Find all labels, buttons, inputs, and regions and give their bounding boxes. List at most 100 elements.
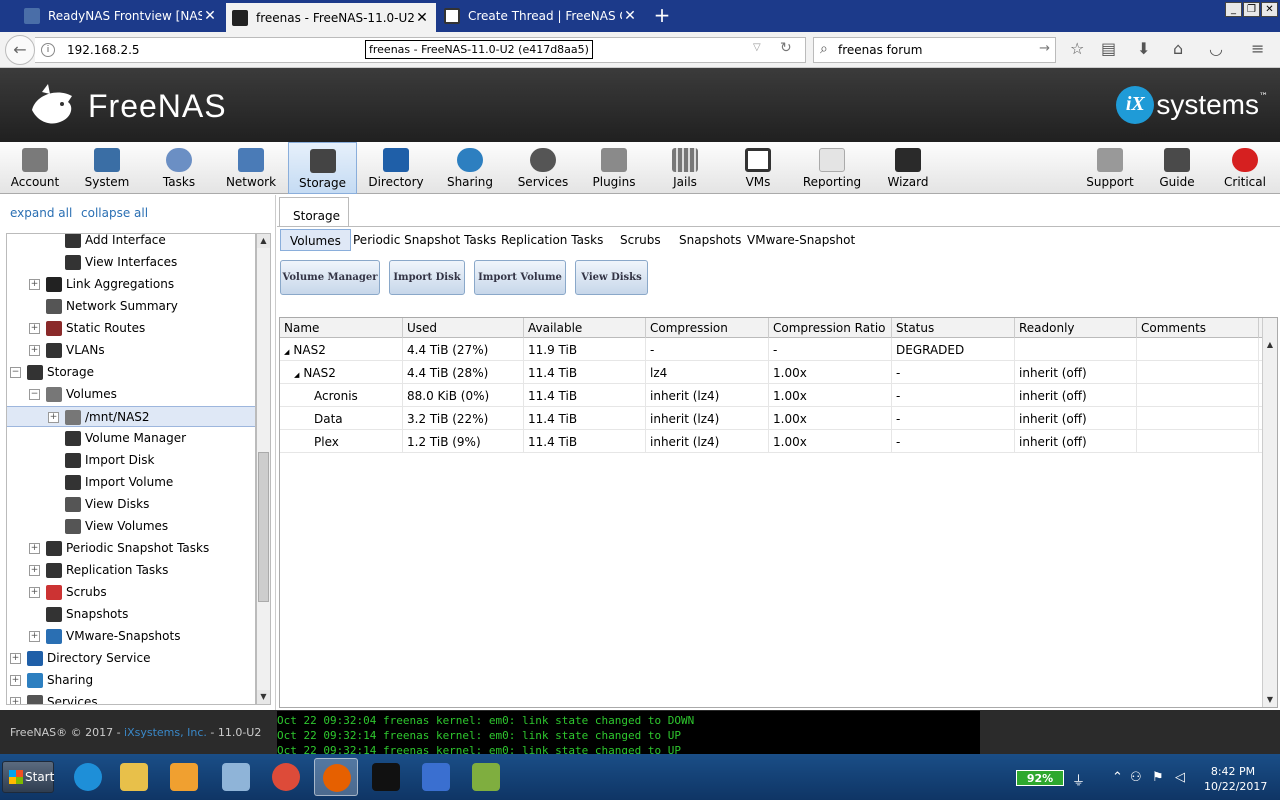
toolbar-jails[interactable]: Jails	[660, 142, 710, 194]
taskbar-app[interactable]	[162, 758, 206, 796]
url-text[interactable]: 192.168.2.5	[67, 43, 140, 57]
expand-icon[interactable]: +	[29, 323, 40, 334]
table-row[interactable]: ◢ NAS2 4.4 TiB (28%) 11.4 TiB lz4 1.00x - inher…	[280, 361, 1262, 384]
toolbar-wizard[interactable]: Wizard	[882, 142, 934, 194]
tree-item[interactable]: + Sharing	[7, 670, 255, 691]
toolbar-services[interactable]: Services	[512, 142, 574, 194]
taskbar-app[interactable]	[264, 758, 308, 796]
taskbar-app[interactable]	[66, 758, 110, 796]
expand-icon[interactable]: +	[29, 543, 40, 554]
scroll-down-icon[interactable]: ▼	[1263, 693, 1277, 707]
view-disks-button[interactable]: View Disks	[575, 260, 648, 295]
search-input[interactable]: freenas forum	[838, 43, 922, 57]
taskbar-app[interactable]	[214, 758, 258, 796]
tree-item[interactable]: Snapshots	[7, 604, 255, 625]
restore-icon[interactable]: ❐	[1243, 2, 1260, 17]
minimize-icon[interactable]: _	[1225, 2, 1242, 17]
toolbar-sharing[interactable]: Sharing	[440, 142, 500, 194]
import-volume-button[interactable]: Import Volume	[474, 260, 566, 295]
scroll-thumb[interactable]	[258, 452, 269, 602]
expand-all-link[interactable]: expand all	[10, 206, 72, 220]
expand-icon[interactable]: +	[10, 697, 21, 704]
reading-list-icon[interactable]: ▤	[1101, 39, 1116, 58]
browser-tab-freenas[interactable]: freenas - FreeNAS-11.0-U2 (... ✕	[226, 3, 436, 32]
expand-icon[interactable]: +	[48, 412, 59, 423]
search-bar[interactable]: ⌕ freenas forum →	[813, 37, 1056, 63]
clock[interactable]: 8:42 PM 10/22/2017	[1204, 764, 1267, 794]
toolbar-reporting[interactable]: Reporting	[800, 142, 864, 194]
tree-item[interactable]: View Volumes	[7, 516, 255, 537]
url-bar[interactable]: i 192.168.2.5 freenas - FreeNAS-11.0-U2 …	[35, 37, 806, 63]
toolbar-storage[interactable]: Storage	[288, 142, 357, 194]
toolbar-vms[interactable]: VMs	[734, 142, 782, 194]
volume-icon[interactable]: ◁	[1175, 770, 1185, 785]
toolbar-directory[interactable]: Directory	[362, 142, 430, 194]
tree-item[interactable]: + VLANs	[7, 340, 255, 361]
column-header[interactable]: Readonly	[1015, 318, 1137, 338]
toolbar-account[interactable]: Account	[0, 142, 70, 194]
table-row[interactable]: ◢ NAS2 4.4 TiB (27%) 11.9 TiB - - DEGRADED	[280, 338, 1262, 361]
tree-item[interactable]: + /mnt/NAS2	[7, 406, 255, 427]
taskbar-app[interactable]	[314, 758, 358, 796]
subtab-scrubs[interactable]: Scrubs	[620, 229, 661, 251]
tree-item[interactable]: Add Interface	[7, 234, 255, 251]
power-plug-icon[interactable]: ⏚	[1072, 770, 1085, 789]
collapse-all-link[interactable]: collapse all	[81, 206, 148, 220]
scroll-up-icon[interactable]: ▲	[257, 234, 270, 248]
tree-item[interactable]: + VMware-Snapshots	[7, 626, 255, 647]
taskbar-app[interactable]	[112, 758, 156, 796]
subtab-vmware-snapshot[interactable]: VMware-Snapshot	[747, 229, 855, 251]
column-header[interactable]: Available	[524, 318, 646, 338]
pocket-icon[interactable]: ◡	[1209, 39, 1223, 58]
close-window-icon[interactable]: ✕	[1261, 2, 1278, 17]
toolbar-network[interactable]: Network	[220, 142, 282, 194]
tree-item[interactable]: + Directory Service	[7, 648, 255, 669]
tree-item[interactable]: View Interfaces	[7, 252, 255, 273]
close-icon[interactable]: ✕	[622, 8, 638, 24]
column-header[interactable]: Status	[892, 318, 1015, 338]
scroll-down-icon[interactable]: ▼	[257, 690, 270, 704]
column-header[interactable]: Compression Ratio	[769, 318, 892, 338]
expand-icon[interactable]: +	[29, 587, 40, 598]
close-icon[interactable]: ✕	[414, 10, 430, 26]
home-icon[interactable]: ⌂	[1173, 39, 1183, 58]
reload-icon[interactable]: ↻	[780, 40, 792, 56]
new-tab-button[interactable]: +	[650, 4, 674, 28]
table-row[interactable]: Acronis 88.0 KiB (0%) 11.4 TiB inherit (lz4…	[280, 384, 1262, 407]
column-header[interactable]: Used	[403, 318, 524, 338]
bookmark-star-icon[interactable]: ☆	[1070, 39, 1084, 58]
subtab-volumes[interactable]: Volumes	[280, 229, 351, 251]
tree-expander-icon[interactable]: ◢	[294, 371, 299, 379]
expand-icon[interactable]: +	[29, 345, 40, 356]
taskbar-app[interactable]	[414, 758, 458, 796]
info-icon[interactable]: i	[41, 43, 55, 57]
tree-expander-icon[interactable]: ◢	[284, 348, 289, 356]
expand-icon[interactable]: +	[29, 631, 40, 642]
tree-item[interactable]: Network Summary	[7, 296, 255, 317]
tree-item[interactable]: + Scrubs	[7, 582, 255, 603]
table-scrollbar[interactable]: ▲ ▼	[1262, 318, 1277, 707]
import-disk-button[interactable]: Import Disk	[389, 260, 465, 295]
toolbar-plugins[interactable]: Plugins	[586, 142, 642, 194]
tree-item[interactable]: Import Disk	[7, 450, 255, 471]
show-hidden-icons-icon[interactable]: ⌃	[1112, 770, 1123, 785]
menu-icon[interactable]: ≡	[1251, 39, 1264, 58]
download-icon[interactable]: ⬇	[1137, 39, 1150, 58]
battery-indicator[interactable]: 92%	[1016, 770, 1064, 786]
tree-item[interactable]: − Volumes	[7, 384, 255, 405]
toolbar-critical[interactable]: Critical	[1220, 142, 1270, 194]
tree-item[interactable]: + Replication Tasks	[7, 560, 255, 581]
tab-storage[interactable]: Storage	[279, 197, 349, 227]
subtab-periodic-snapshot-tasks[interactable]: Periodic Snapshot Tasks	[353, 229, 496, 251]
table-row[interactable]: Data 3.2 TiB (22%) 11.4 TiB inherit (lz4) 1.…	[280, 407, 1262, 430]
subtab-replication-tasks[interactable]: Replication Tasks	[501, 229, 603, 251]
collapse-icon[interactable]: −	[10, 367, 21, 378]
browser-tab-forum[interactable]: Create Thread | FreeNAS Co... ✕	[438, 2, 644, 30]
table-row[interactable]: Plex 1.2 TiB (9%) 11.4 TiB inherit (lz4) 1.0…	[280, 430, 1262, 453]
column-header[interactable]: Name	[280, 318, 403, 338]
toolbar-tasks[interactable]: Tasks	[148, 142, 210, 194]
tree-item[interactable]: + Services	[7, 692, 255, 704]
tree-item[interactable]: View Disks	[7, 494, 255, 515]
browser-tab-readynas[interactable]: ReadyNAS Frontview [NAS1] ✕	[18, 2, 224, 30]
toolbar-system[interactable]: System	[74, 142, 140, 194]
